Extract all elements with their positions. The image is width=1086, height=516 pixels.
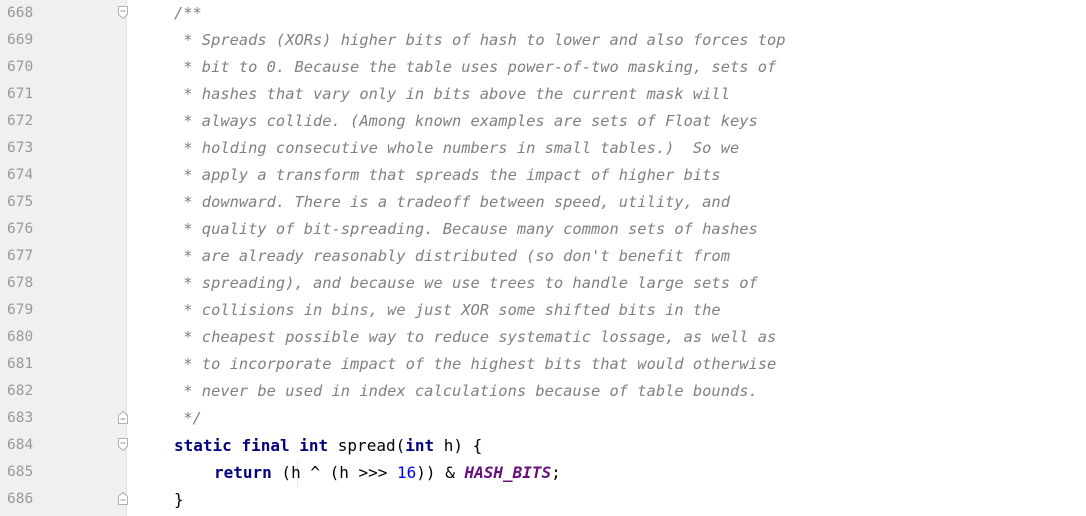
- doc-comment-line: * Spreads (XORs) higher bits of hash to …: [174, 31, 786, 49]
- gutter-row: 670: [0, 54, 126, 81]
- gutter-row: 679: [0, 297, 126, 324]
- editor-gutter: 668 669 670 671 672 673 674 675 676 677 …: [0, 0, 128, 516]
- line-number: 679: [7, 302, 34, 318]
- keyword-final: final: [241, 436, 290, 455]
- code-text-area[interactable]: /** * Spreads (XORs) higher bits of hash…: [127, 0, 1086, 516]
- doc-comment-line: * collisions in bins, we just XOR some s…: [174, 301, 721, 319]
- return-statement-line: return (h ^ (h >>> 16)) & HASH_BITS;: [214, 459, 561, 486]
- gutter-row: 678: [0, 270, 126, 297]
- line-number: 684: [7, 437, 34, 453]
- doc-comment-line: * are already reasonably distributed (so…: [174, 247, 730, 265]
- line-number: 681: [7, 356, 34, 372]
- doc-comment-line: * cheapest possible way to reduce system…: [174, 328, 777, 346]
- constant-hash-bits: HASH_BITS: [464, 463, 552, 482]
- doc-comment-line: * to incorporate impact of the highest b…: [174, 355, 777, 373]
- line-number: 670: [7, 59, 34, 75]
- gutter-row: 681: [0, 351, 126, 378]
- keyword-static: static: [174, 436, 232, 455]
- param-type-int: int: [405, 436, 435, 455]
- closing-brace-line: }: [174, 490, 184, 509]
- gutter-row: 672: [0, 108, 126, 135]
- line-number: 674: [7, 167, 34, 183]
- line-number: 672: [7, 113, 34, 129]
- line-number: 686: [7, 491, 34, 507]
- number-literal: 16: [397, 463, 417, 482]
- line-number: 673: [7, 140, 34, 156]
- expression-part: )) &: [416, 463, 465, 482]
- keyword-int: int: [299, 436, 329, 455]
- keyword-return: return: [214, 463, 272, 482]
- doc-comment-close: */: [174, 409, 202, 427]
- line-number: 675: [7, 194, 34, 210]
- doc-comment-line: * apply a transform that spreads the imp…: [174, 166, 721, 184]
- line-number: 676: [7, 221, 34, 237]
- line-number: 680: [7, 329, 34, 345]
- line-number: 678: [7, 275, 34, 291]
- gutter-row: 680: [0, 324, 126, 351]
- code-editor[interactable]: 668 669 670 671 672 673 674 675 676 677 …: [0, 0, 1086, 516]
- doc-comment-line: * quality of bit-spreading. Because many…: [174, 220, 758, 238]
- gutter-row: 674: [0, 162, 126, 189]
- gutter-row: 686: [0, 486, 128, 513]
- gutter-row: 671: [0, 81, 126, 108]
- gutter-row: 682: [0, 378, 126, 405]
- line-number: 668: [7, 5, 34, 21]
- expression-part: (h ^ (h >>>: [271, 463, 398, 482]
- doc-comment-line: * spreading), and because we use trees t…: [174, 274, 758, 292]
- method-name: spread(: [328, 436, 406, 455]
- doc-comment-line: * bit to 0. Because the table uses power…: [174, 58, 777, 76]
- line-number: 685: [7, 464, 34, 480]
- gutter-row: 684: [0, 432, 128, 459]
- doc-comment-line: * never be used in index calculations be…: [174, 382, 758, 400]
- gutter-row: 669: [0, 27, 126, 54]
- gutter-row: 673: [0, 135, 126, 162]
- doc-comment-line: * downward. There is a tradeoff between …: [174, 193, 730, 211]
- doc-comment-line: * holding consecutive whole numbers in s…: [174, 139, 740, 157]
- gutter-row: 685: [0, 459, 126, 486]
- line-number: 683: [7, 410, 34, 426]
- doc-comment-line: * always collide. (Among known examples …: [174, 112, 758, 130]
- line-number: 677: [7, 248, 34, 264]
- gutter-row: 668: [0, 0, 128, 27]
- method-signature-line: static final int spread(int h) {: [174, 432, 482, 459]
- line-number: 669: [7, 32, 34, 48]
- param-rest: h) {: [434, 436, 483, 455]
- doc-comment-line: * hashes that vary only in bits above th…: [174, 85, 730, 103]
- statement-end: ;: [551, 463, 561, 482]
- gutter-row: 677: [0, 243, 126, 270]
- line-number: 671: [7, 86, 34, 102]
- doc-comment-open: /**: [174, 4, 202, 22]
- line-number: 682: [7, 383, 34, 399]
- gutter-row: 683: [0, 405, 128, 432]
- gutter-row: 676: [0, 216, 126, 243]
- gutter-row: 675: [0, 189, 126, 216]
